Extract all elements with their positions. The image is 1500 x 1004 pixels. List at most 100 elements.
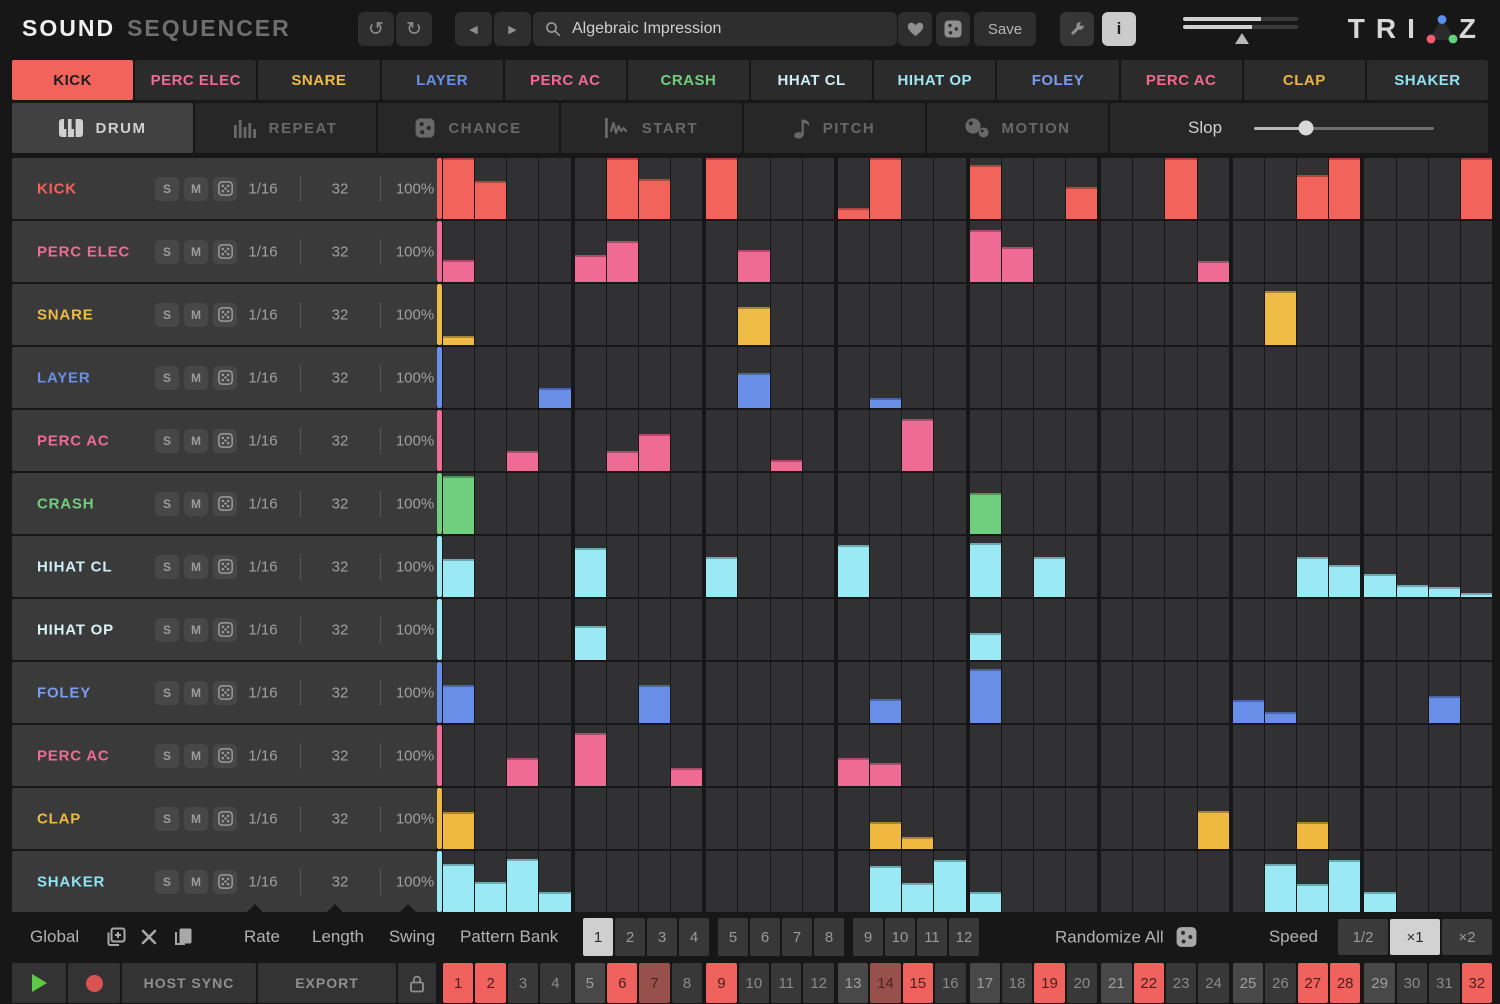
step-cell-30[interactable] xyxy=(1397,284,1428,345)
step-cell-18[interactable] xyxy=(1002,851,1033,912)
track-tab-hihat-op[interactable]: HIHAT OP xyxy=(874,60,995,100)
slop-slider-thumb[interactable] xyxy=(1299,121,1314,136)
step-cell-11[interactable] xyxy=(771,158,802,219)
step-cell-25[interactable] xyxy=(1233,158,1264,219)
length-value[interactable]: 32 xyxy=(310,810,370,827)
step-cell-4[interactable] xyxy=(539,788,570,849)
step-cell-23[interactable] xyxy=(1165,284,1196,345)
step-cell-9[interactable] xyxy=(706,473,737,534)
length-value[interactable]: 32 xyxy=(310,684,370,701)
step-cell-26[interactable] xyxy=(1265,347,1296,408)
rate-value[interactable]: 1/16 xyxy=(232,306,294,323)
step-cell-21[interactable] xyxy=(1101,788,1132,849)
randomize-dice-icon[interactable] xyxy=(1176,927,1197,948)
randomize-all-control[interactable]: Randomize All xyxy=(1055,927,1197,948)
step-cell-32[interactable] xyxy=(1461,221,1492,282)
note-bar[interactable] xyxy=(1233,700,1264,723)
step-cell-8[interactable] xyxy=(671,221,702,282)
step-cell-17[interactable] xyxy=(970,221,1001,282)
step-cell-19[interactable] xyxy=(1034,284,1065,345)
note-bar[interactable] xyxy=(639,179,670,219)
note-bar[interactable] xyxy=(1034,557,1065,597)
step-cell-26[interactable] xyxy=(1265,599,1296,660)
step-cell-17[interactable] xyxy=(970,725,1001,786)
step-cell-11[interactable] xyxy=(771,284,802,345)
step-cell-8[interactable] xyxy=(671,158,702,219)
step-cell-16[interactable] xyxy=(934,662,965,723)
step-cell-15[interactable] xyxy=(902,599,933,660)
mute-button[interactable]: M xyxy=(184,303,208,327)
step-cell-9[interactable] xyxy=(706,158,737,219)
step-cell-9[interactable] xyxy=(706,347,737,408)
step-cell-15[interactable] xyxy=(902,221,933,282)
step-cell-3[interactable] xyxy=(507,473,538,534)
step-cell-16[interactable] xyxy=(934,599,965,660)
mute-button[interactable]: M xyxy=(184,492,208,516)
step-cell-23[interactable] xyxy=(1165,410,1196,471)
step-cell-19[interactable] xyxy=(1034,410,1065,471)
step-cell-17[interactable] xyxy=(970,158,1001,219)
step-cell-25[interactable] xyxy=(1233,662,1264,723)
settings-button[interactable] xyxy=(1060,12,1094,46)
step-cell-24[interactable] xyxy=(1198,599,1229,660)
track-name[interactable]: FOLEY xyxy=(37,684,91,701)
prev-preset-button[interactable]: ◀ xyxy=(455,12,492,46)
velocity-value[interactable]: 100% xyxy=(386,873,444,890)
step-cell-24[interactable] xyxy=(1198,410,1229,471)
rate-value[interactable]: 1/16 xyxy=(232,810,294,827)
note-bar[interactable] xyxy=(1297,884,1328,912)
step-cell-7[interactable] xyxy=(639,788,670,849)
track-name[interactable]: CRASH xyxy=(37,495,94,512)
step-cell-16[interactable] xyxy=(934,473,965,534)
step-cell-28[interactable] xyxy=(1329,221,1360,282)
mute-button[interactable]: M xyxy=(184,366,208,390)
step-cell-21[interactable] xyxy=(1101,158,1132,219)
step-cell-28[interactable] xyxy=(1329,725,1360,786)
mute-button[interactable]: M xyxy=(184,177,208,201)
step-cell-6[interactable] xyxy=(607,158,638,219)
undo-button[interactable]: ↺ xyxy=(358,12,394,46)
step-cell-23[interactable] xyxy=(1165,473,1196,534)
mute-button[interactable]: M xyxy=(184,618,208,642)
step-cell-30[interactable] xyxy=(1397,158,1428,219)
step-cell-3[interactable] xyxy=(507,158,538,219)
step-cell-16[interactable] xyxy=(934,725,965,786)
step-cell-9[interactable] xyxy=(706,284,737,345)
step-cell-28[interactable] xyxy=(1329,536,1360,597)
note-bar[interactable] xyxy=(706,158,737,219)
velocity-value[interactable]: 100% xyxy=(386,306,444,323)
step-cell-24[interactable] xyxy=(1198,662,1229,723)
step-cell-1[interactable] xyxy=(443,662,474,723)
step-cell-17[interactable] xyxy=(970,599,1001,660)
note-bar[interactable] xyxy=(1461,593,1492,597)
step-cell-2[interactable] xyxy=(475,662,506,723)
step-cell-24[interactable] xyxy=(1198,347,1229,408)
step-cell-8[interactable] xyxy=(671,725,702,786)
step-cell-26[interactable] xyxy=(1265,725,1296,786)
copy-plus-button[interactable] xyxy=(105,926,127,948)
step-cell-22[interactable] xyxy=(1133,284,1164,345)
step-cell-31[interactable] xyxy=(1429,788,1460,849)
mode-tab-pitch[interactable]: PITCH xyxy=(744,103,925,153)
step-cell-28[interactable] xyxy=(1329,473,1360,534)
step-cell-6[interactable] xyxy=(607,284,638,345)
note-bar[interactable] xyxy=(1265,864,1296,912)
step-cell-5[interactable] xyxy=(575,410,606,471)
step-cell-31[interactable] xyxy=(1429,536,1460,597)
step-button-7[interactable]: 7 xyxy=(639,963,669,1003)
step-cell-31[interactable] xyxy=(1429,725,1460,786)
step-cell-14[interactable] xyxy=(870,347,901,408)
step-cell-14[interactable] xyxy=(870,851,901,912)
mute-button[interactable]: M xyxy=(184,555,208,579)
note-bar[interactable] xyxy=(1397,585,1428,597)
note-bar[interactable] xyxy=(475,181,506,219)
step-cell-25[interactable] xyxy=(1233,536,1264,597)
note-bar[interactable] xyxy=(1002,247,1033,282)
step-cell-25[interactable] xyxy=(1233,410,1264,471)
note-bar[interactable] xyxy=(870,158,901,219)
step-cell-30[interactable] xyxy=(1397,347,1428,408)
step-cell-22[interactable] xyxy=(1133,851,1164,912)
step-cell-11[interactable] xyxy=(771,725,802,786)
step-cell-19[interactable] xyxy=(1034,536,1065,597)
solo-button[interactable]: S xyxy=(155,303,179,327)
